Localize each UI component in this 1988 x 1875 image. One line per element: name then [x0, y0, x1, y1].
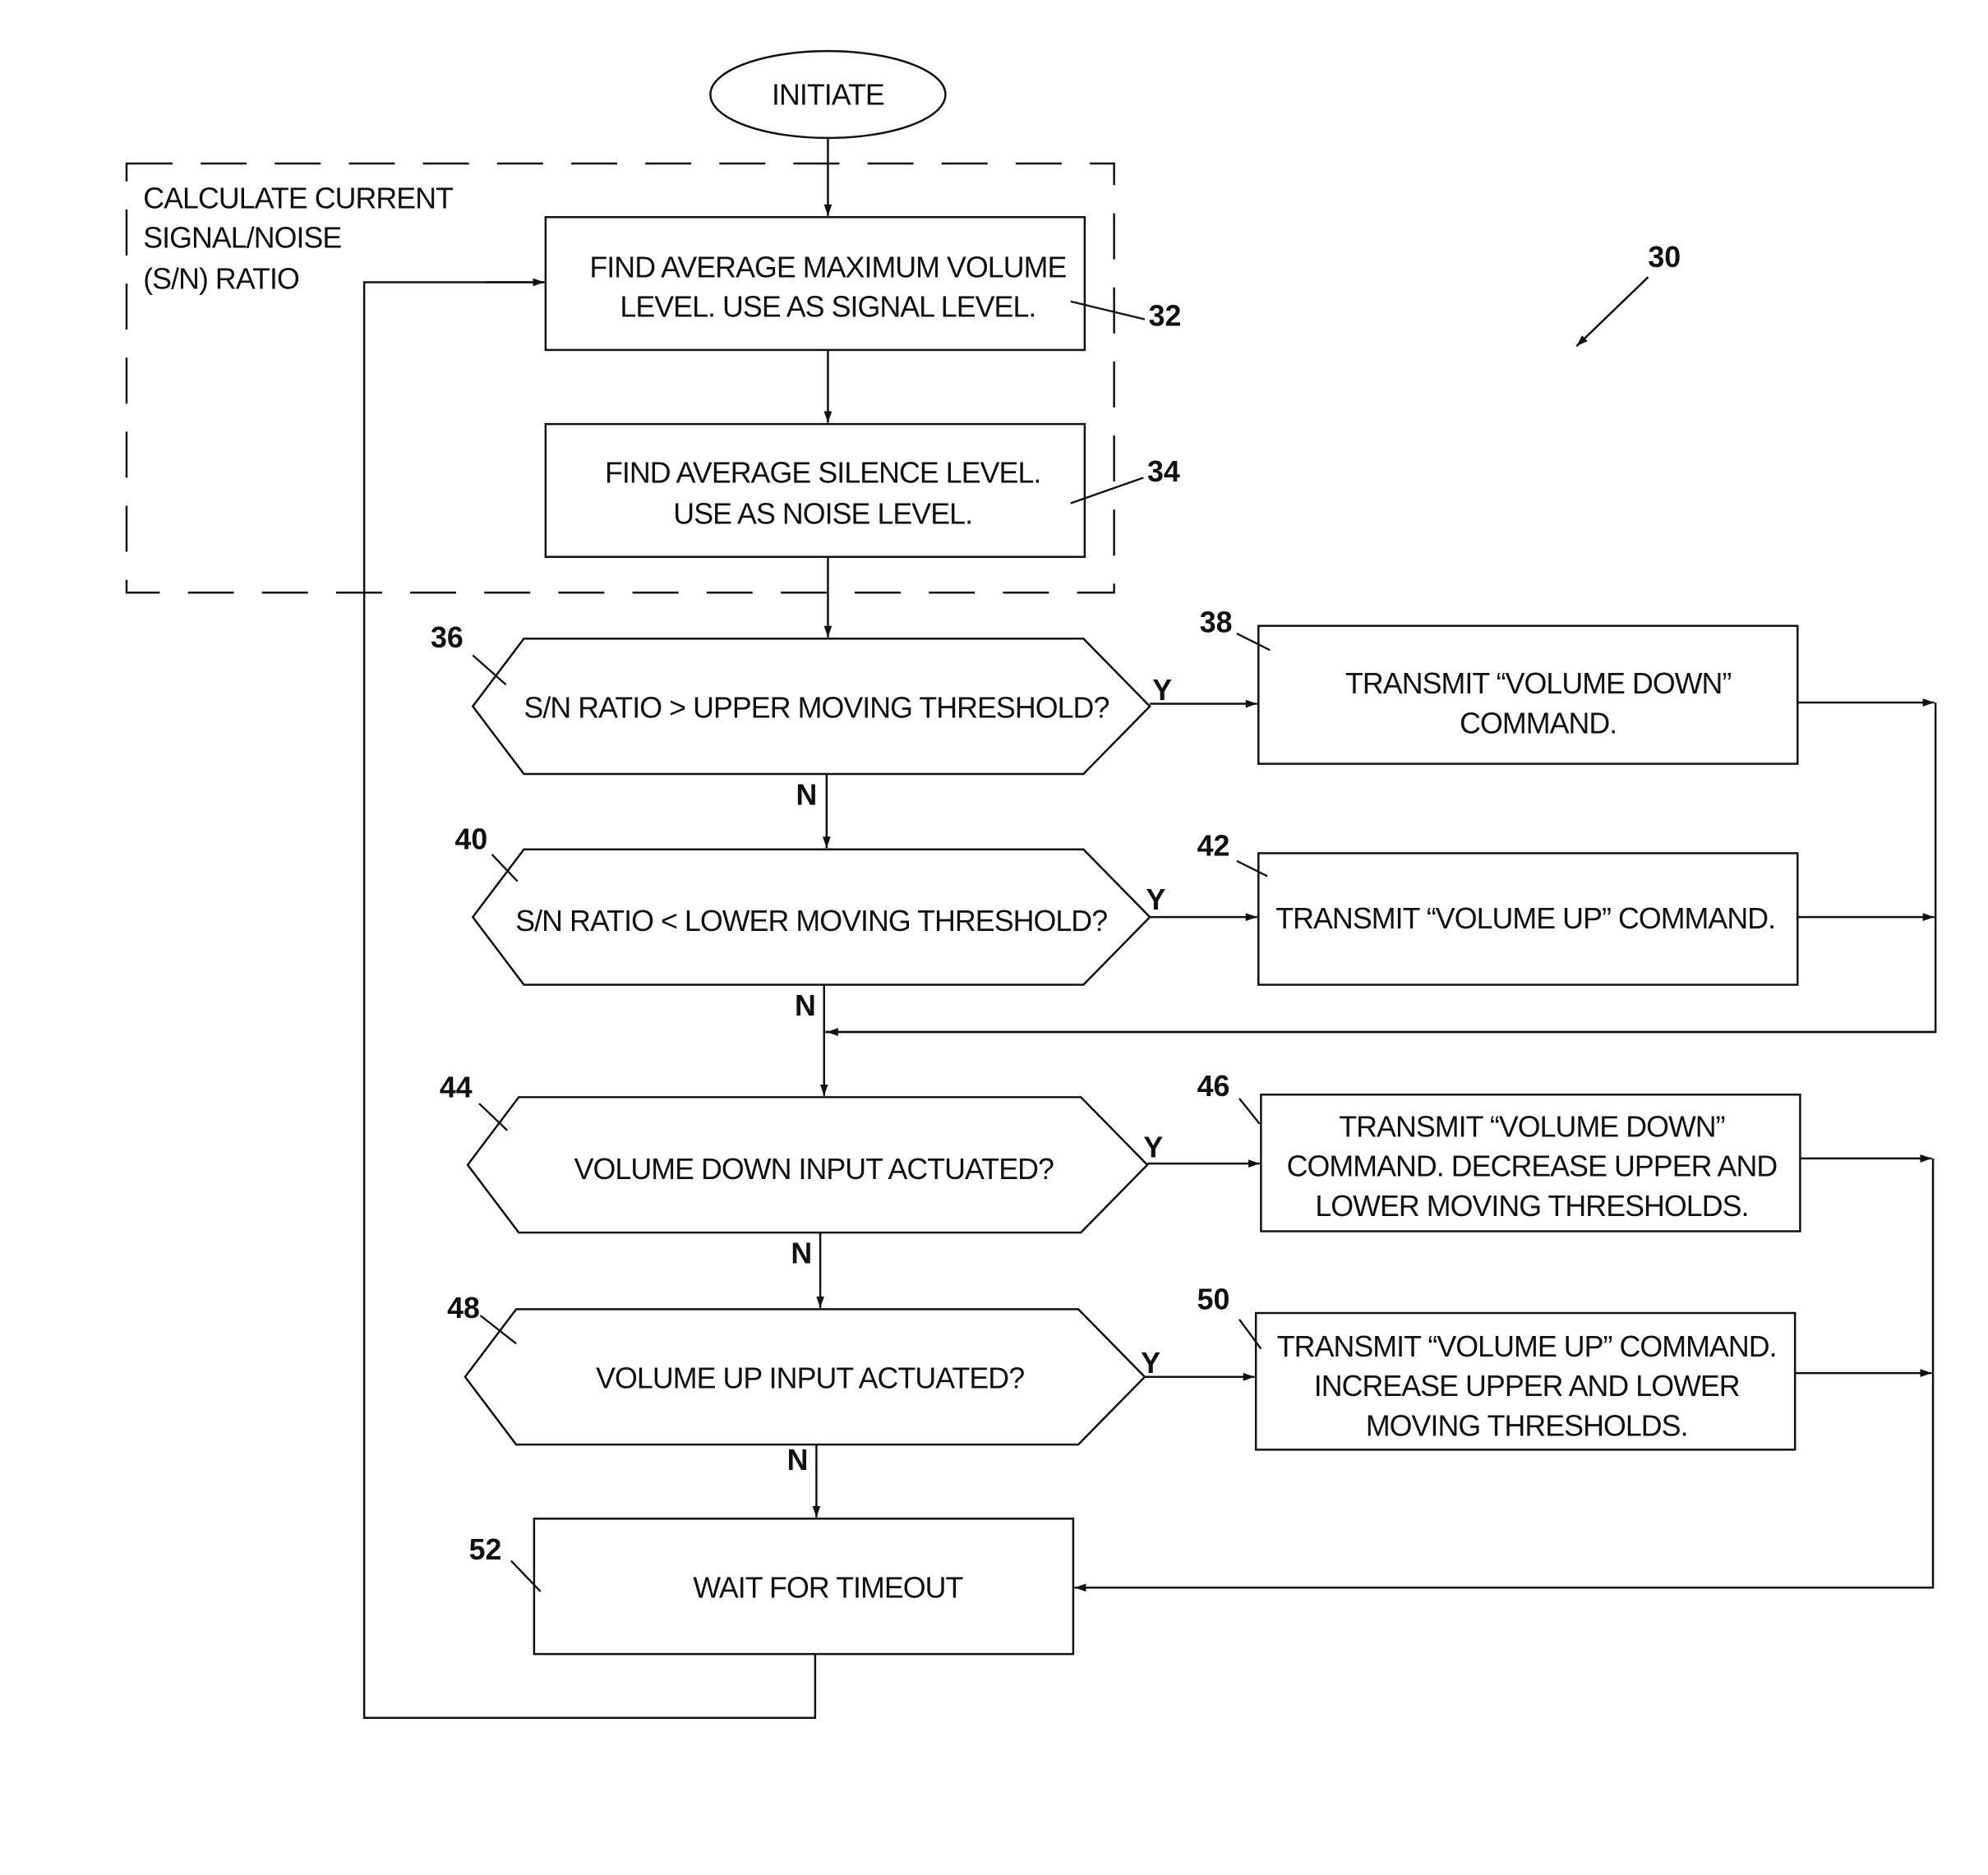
no-label-48: N — [787, 1444, 809, 1477]
ref-46: 46 — [1197, 1070, 1230, 1103]
process-52-line-1: WAIT FOR TIMEOUT — [693, 1572, 963, 1605]
ref-34: 34 — [1147, 455, 1180, 488]
ref-32: 32 — [1149, 299, 1182, 332]
process-34-line-2: USE AS NOISE LEVEL. — [673, 497, 972, 530]
yes-label-40: Y — [1146, 883, 1165, 916]
ref-42: 42 — [1197, 830, 1230, 863]
decision-36-text: S/N RATIO > UPPER MOVING THRESHOLD? — [524, 692, 1109, 725]
process-box-34 — [544, 422, 1086, 559]
figure-ref-arrow — [1575, 276, 1649, 348]
no-label-44: N — [791, 1237, 812, 1269]
process-38-line-2: COMMAND. — [1460, 707, 1617, 739]
process-32-line-2: LEVEL. USE AS SIGNAL LEVEL. — [620, 291, 1036, 324]
process-38-line-1: TRANSMIT “VOLUME DOWN” — [1345, 667, 1731, 700]
flowchart: CALCULATE CURRENT SIGNAL/NOISE (S/N) RAT… — [125, 49, 1937, 1720]
figure-ref-label: 30 — [1648, 241, 1681, 274]
yes-label-36: Y — [1152, 674, 1172, 707]
decision-40-text: S/N RATIO < LOWER MOVING THRESHOLD? — [515, 905, 1107, 938]
leader-46 — [1238, 1098, 1261, 1125]
process-32-line-1: FIND AVERAGE MAXIMUM VOLUME — [589, 251, 1066, 283]
process-46-line-2: COMMAND. DECREASE UPPER AND — [1287, 1150, 1778, 1183]
decision-48-text: VOLUME UP INPUT ACTUATED? — [596, 1362, 1024, 1395]
process-50-line-1: TRANSMIT “VOLUME UP” COMMAND. — [1277, 1330, 1777, 1363]
group-label-line-3: (S/N) RATIO — [143, 262, 299, 295]
ref-50: 50 — [1197, 1283, 1230, 1315]
ref-40: 40 — [455, 823, 488, 856]
process-46-line-3: LOWER MOVING THRESHOLDS. — [1315, 1190, 1748, 1223]
ref-44: 44 — [440, 1071, 473, 1103]
decision-44-text: VOLUME DOWN INPUT ACTUATED? — [574, 1153, 1054, 1186]
ref-52: 52 — [469, 1533, 502, 1566]
yes-label-48: Y — [1141, 1347, 1160, 1380]
process-50-line-2: INCREASE UPPER AND LOWER — [1314, 1370, 1740, 1403]
process-50-line-3: MOVING THRESHOLDS. — [1366, 1409, 1688, 1442]
yes-label-44: Y — [1143, 1131, 1163, 1163]
group-label-line-1: CALCULATE CURRENT — [143, 182, 454, 214]
no-label-36: N — [796, 778, 818, 811]
start-label: INITIATE — [772, 78, 884, 111]
process-34-line-1: FIND AVERAGE SILENCE LEVEL. — [605, 457, 1040, 490]
ref-38: 38 — [1200, 606, 1233, 638]
ref-36: 36 — [431, 621, 464, 654]
process-46-line-1: TRANSMIT “VOLUME DOWN” — [1339, 1111, 1724, 1144]
process-42-line-1: TRANSMIT “VOLUME UP” COMMAND. — [1275, 902, 1775, 935]
no-label-40: N — [795, 989, 816, 1022]
ref-48: 48 — [447, 1292, 480, 1324]
group-label-line-2: SIGNAL/NOISE — [143, 222, 341, 255]
